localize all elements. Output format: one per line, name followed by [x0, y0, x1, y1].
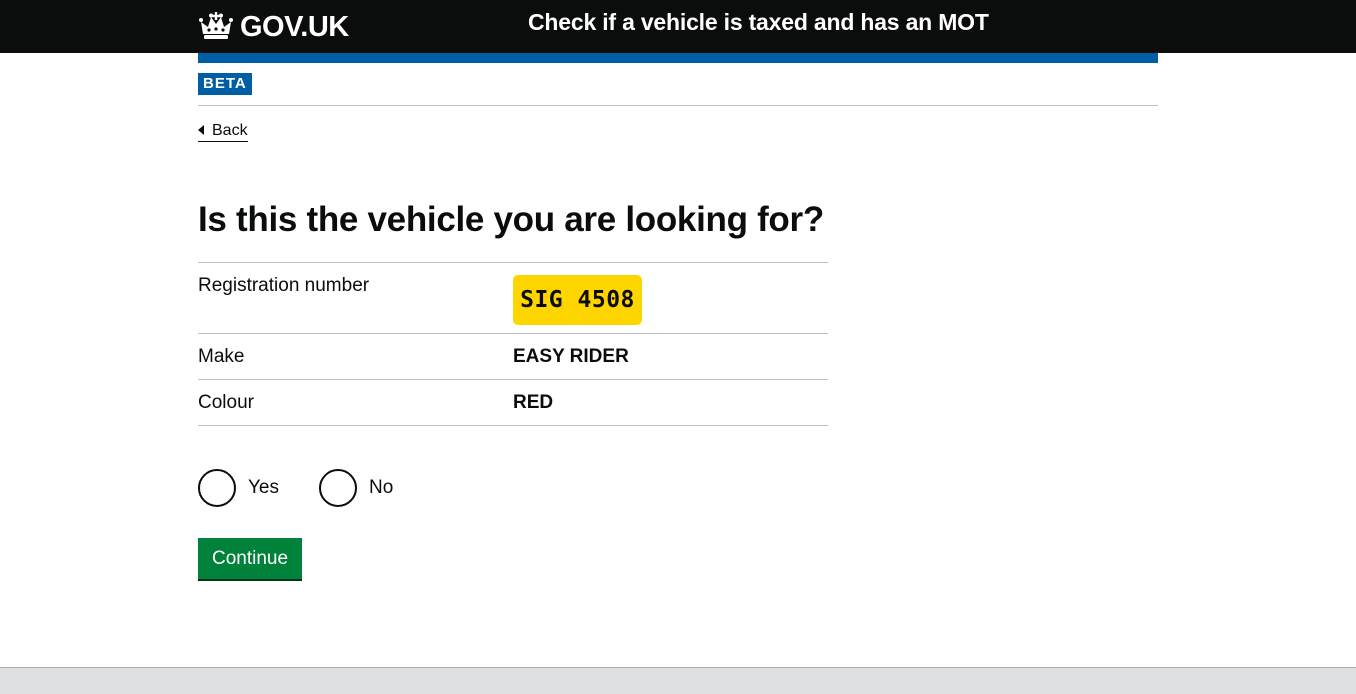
radio-yes-input[interactable] — [198, 469, 236, 507]
logo-text: GOV.UK — [240, 11, 349, 43]
back-link[interactable]: Back — [198, 120, 248, 142]
details-row-registration: Registration number SIG 4508 — [198, 263, 828, 334]
service-name-link[interactable]: Check if a vehicle is taxed and has an M… — [528, 7, 989, 37]
vehicle-details-list: Registration number SIG 4508 Make EASY R… — [198, 262, 828, 426]
details-key: Colour — [198, 392, 254, 413]
govuk-logo-link[interactable]: GOV.UK — [198, 10, 349, 44]
phase-banner: BETA — [198, 63, 1158, 106]
details-value: EASY RIDER — [513, 346, 629, 367]
phase-tag: BETA — [198, 73, 252, 95]
crown-icon — [198, 11, 234, 43]
header-accent-bar — [198, 53, 1158, 63]
triangle-left-icon — [198, 124, 204, 135]
back-link-label: Back — [212, 121, 248, 139]
site-header: GOV.UK Check if a vehicle is taxed and h… — [0, 0, 1356, 53]
details-key: Registration number — [198, 275, 370, 296]
details-key: Make — [198, 346, 245, 367]
radio-no-label[interactable]: No — [369, 476, 393, 500]
page-title: Is this the vehicle you are looking for? — [198, 200, 824, 239]
details-row-colour: Colour RED — [198, 380, 828, 426]
details-row-make: Make EASY RIDER — [198, 334, 828, 380]
radio-no-input[interactable] — [319, 469, 357, 507]
continue-button[interactable]: Continue — [198, 538, 302, 579]
confirm-vehicle-radios: Yes No — [198, 468, 433, 508]
details-value: RED — [513, 392, 554, 413]
registration-plate: SIG 4508 — [513, 275, 642, 325]
site-footer — [0, 667, 1356, 694]
radio-yes-label[interactable]: Yes — [248, 476, 279, 500]
radio-no[interactable]: No — [319, 469, 393, 507]
radio-yes[interactable]: Yes — [198, 469, 279, 507]
